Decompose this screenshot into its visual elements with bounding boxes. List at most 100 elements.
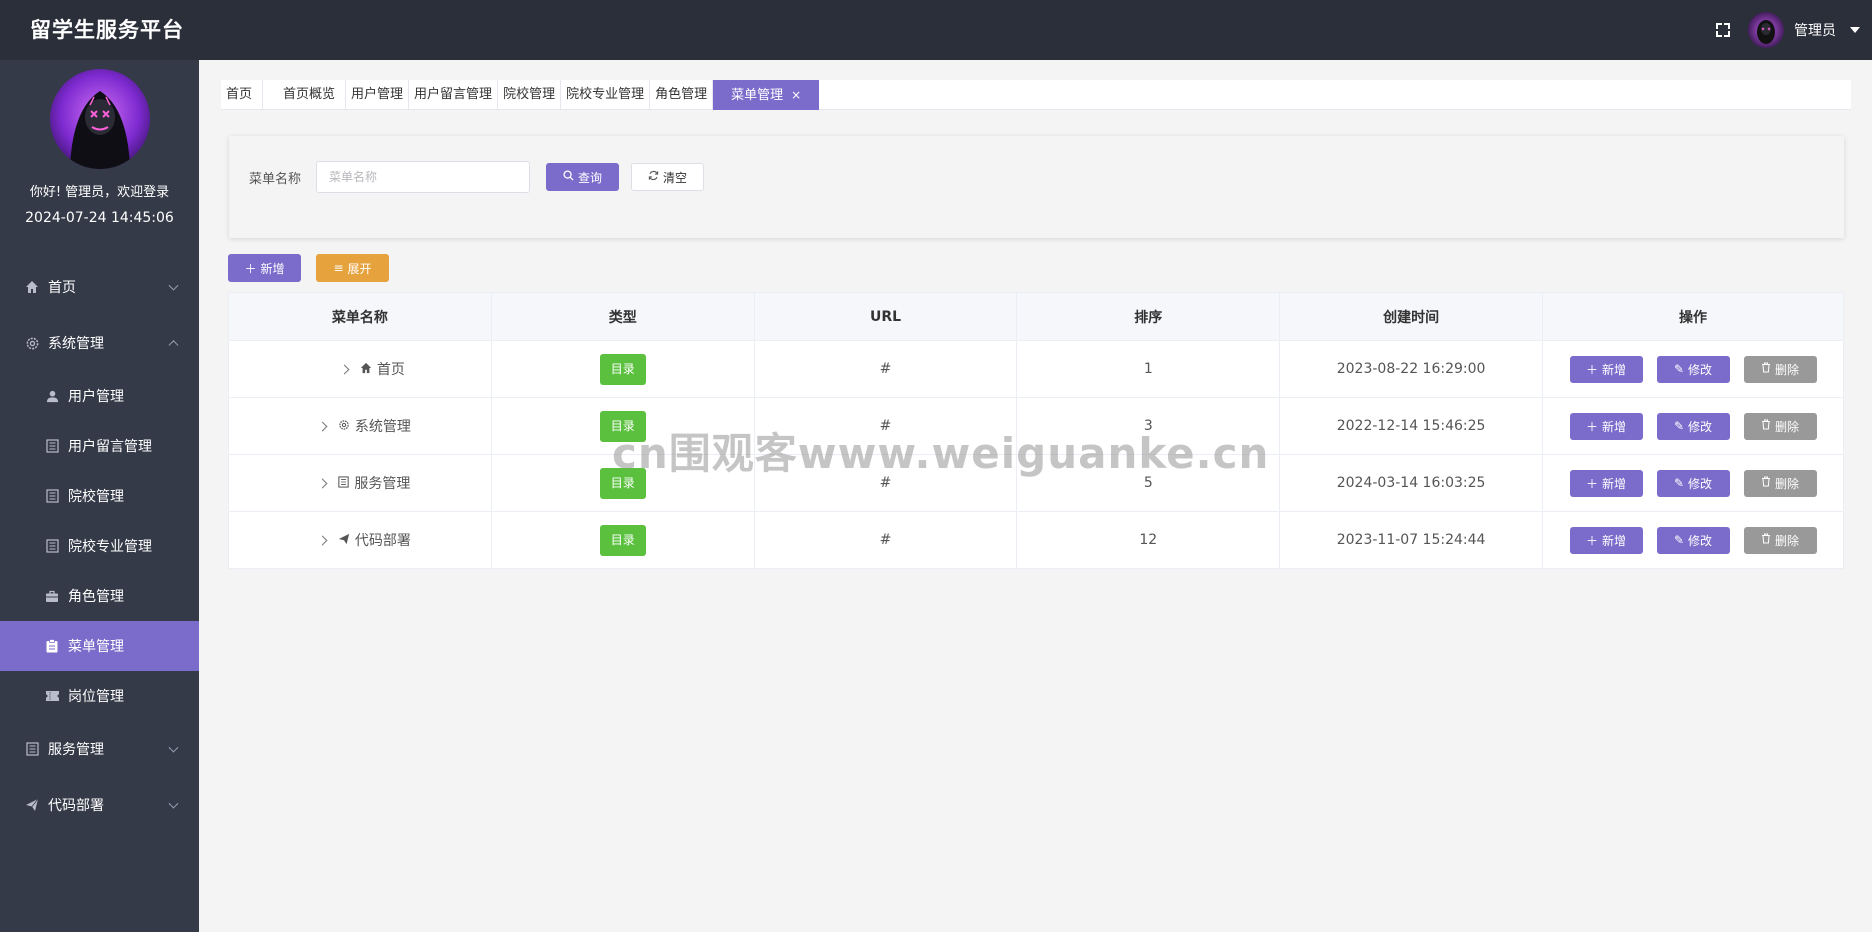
trash-icon <box>1761 476 1771 490</box>
clear-button[interactable]: 清空 <box>631 163 704 191</box>
chevron-right-icon[interactable] <box>317 478 328 488</box>
type-tag: 目录 <box>599 524 646 556</box>
main-content: 首页 首页概览 用户管理 用户留言管理 院校管理 院校专业管理 角色管理 菜单管… <box>199 60 1872 932</box>
row-edit-button[interactable]: ✎ 修改 <box>1656 412 1730 440</box>
plus-icon: ＋ <box>1585 419 1598 434</box>
row-add-label: 新增 <box>1602 362 1627 377</box>
sidebar-item-label: 系统管理 <box>48 336 104 352</box>
home-icon <box>360 362 372 377</box>
send-icon <box>338 533 350 548</box>
caret-down-icon[interactable] <box>1850 27 1860 33</box>
sidebar-item-menu-mgmt[interactable]: 菜单管理 <box>0 621 199 671</box>
name-cell: 首页 <box>228 340 492 398</box>
url-cell: # <box>753 454 1018 512</box>
chevron-up-icon <box>168 340 179 351</box>
sidebar-item-school-mgmt[interactable]: 院校管理 <box>0 471 199 521</box>
row-delete-button[interactable]: 删除 <box>1743 526 1817 554</box>
tab-message-mgmt[interactable]: 用户留言管理 <box>409 80 499 110</box>
trash-icon <box>1761 533 1771 547</box>
document-icon <box>338 475 350 491</box>
row-add-button[interactable]: ＋ 新增 <box>1569 355 1643 383</box>
row-add-button[interactable]: ＋ 新增 <box>1569 469 1643 497</box>
tab-menu-mgmt[interactable]: 菜单管理 × <box>713 80 820 110</box>
row-add-button[interactable]: ＋ 新增 <box>1569 526 1643 554</box>
sidebar-item-post-mgmt[interactable]: 岗位管理 <box>0 671 199 721</box>
sidebar-item-major-mgmt[interactable]: 院校专业管理 <box>0 521 199 571</box>
column-header: 菜单名称 <box>228 292 492 341</box>
tab-role-mgmt[interactable]: 角色管理 <box>650 80 714 110</box>
sidebar-item-home[interactable]: 首页 <box>0 259 199 315</box>
clear-button-label: 清空 <box>662 170 687 185</box>
sidebar-item-service[interactable]: 服务管理 <box>0 721 199 777</box>
add-button[interactable]: ＋ 新增 <box>228 254 301 282</box>
trash-icon <box>1761 362 1771 376</box>
greeting-text: 你好! 管理员，欢迎登录 <box>29 185 170 200</box>
document-icon <box>44 538 60 554</box>
row-edit-button[interactable]: ✎ 修改 <box>1656 526 1730 554</box>
tab-home[interactable]: 首页 <box>221 80 264 110</box>
type-cell: 目录 <box>490 397 755 455</box>
trash-icon <box>1761 419 1771 433</box>
chevron-down-icon <box>168 280 179 291</box>
table-row: 代码部署 目录 # 12 2023-11-07 15:24:44 ＋ 新增 ✎ 修改… <box>228 511 1844 569</box>
search-icon <box>563 170 574 184</box>
edit-icon: ✎ <box>1673 533 1685 547</box>
tab-label: 菜单管理 <box>731 88 784 103</box>
expand-button-label: 展开 <box>347 261 372 276</box>
row-name: 系统管理 <box>354 419 411 435</box>
send-icon <box>24 797 40 813</box>
expand-button[interactable]: ≡ 展开 <box>316 254 389 282</box>
sidebar: 你好! 管理员，欢迎登录 2024-07-24 14:45:06 首页 系统管理… <box>0 60 199 932</box>
row-delete-button[interactable]: 删除 <box>1743 469 1817 497</box>
close-icon[interactable]: × <box>791 88 801 102</box>
chevron-right-icon[interactable] <box>317 535 328 545</box>
chevron-down-icon <box>168 742 179 753</box>
query-button[interactable]: 查询 <box>546 163 619 191</box>
table-row: 系统管理 目录 # 3 2022-12-14 15:46:25 ＋ 新增 ✎ 修改 … <box>228 397 1844 455</box>
row-edit-label: 修改 <box>1688 362 1713 377</box>
row-edit-button[interactable]: ✎ 修改 <box>1656 469 1730 497</box>
home-icon <box>24 279 40 295</box>
order-cell: 1 <box>1016 340 1281 398</box>
plus-icon: ＋ <box>1585 533 1598 548</box>
sidebar-item-system[interactable]: 系统管理 <box>0 315 199 371</box>
type-cell: 目录 <box>490 511 755 569</box>
fullscreen-icon[interactable] <box>1714 21 1732 39</box>
row-edit-button[interactable]: ✎ 修改 <box>1656 355 1730 383</box>
tab-school-mgmt[interactable]: 院校管理 <box>498 80 562 110</box>
plus-icon: ＋ <box>1585 476 1598 491</box>
sidebar-item-role-mgmt[interactable]: 角色管理 <box>0 571 199 621</box>
row-delete-button[interactable]: 删除 <box>1743 355 1817 383</box>
ops-cell: ＋ 新增 ✎ 修改 删除 <box>1542 511 1844 569</box>
chevron-right-icon[interactable] <box>317 421 328 431</box>
sidebar-item-message-mgmt[interactable]: 用户留言管理 <box>0 421 199 471</box>
tab-overview[interactable]: 首页概览 <box>263 80 347 110</box>
chevron-down-icon <box>168 798 179 809</box>
name-cell: 服务管理 <box>228 454 492 512</box>
sidebar-item-deploy[interactable]: 代码部署 <box>0 777 199 833</box>
created-cell: 2023-11-07 15:24:44 <box>1279 511 1543 569</box>
name-cell: 代码部署 <box>228 511 492 569</box>
type-cell: 目录 <box>490 454 755 512</box>
sidebar-item-label: 岗位管理 <box>68 689 124 705</box>
row-add-button[interactable]: ＋ 新增 <box>1569 412 1643 440</box>
avatar[interactable] <box>1748 12 1784 48</box>
name-cell: 系统管理 <box>228 397 492 455</box>
chevron-right-icon[interactable] <box>339 364 350 374</box>
sidebar-item-user-mgmt[interactable]: 用户管理 <box>0 371 199 421</box>
created-cell: 2023-08-22 16:29:00 <box>1279 340 1543 398</box>
tab-user-mgmt[interactable]: 用户管理 <box>346 80 410 110</box>
sidebar-item-label: 角色管理 <box>68 589 124 605</box>
order-cell: 3 <box>1016 397 1281 455</box>
url-cell: # <box>753 340 1018 398</box>
query-button-label: 查询 <box>577 170 602 185</box>
header-username[interactable]: 管理员 <box>1794 20 1836 40</box>
search-input[interactable] <box>316 161 530 193</box>
tab-major-mgmt[interactable]: 院校专业管理 <box>561 80 651 110</box>
row-delete-button[interactable]: 删除 <box>1743 412 1817 440</box>
add-button-label: 新增 <box>260 261 285 276</box>
row-edit-label: 修改 <box>1688 533 1713 548</box>
edit-icon: ✎ <box>1673 419 1685 433</box>
refresh-icon <box>648 170 659 184</box>
column-header: 类型 <box>490 292 755 341</box>
